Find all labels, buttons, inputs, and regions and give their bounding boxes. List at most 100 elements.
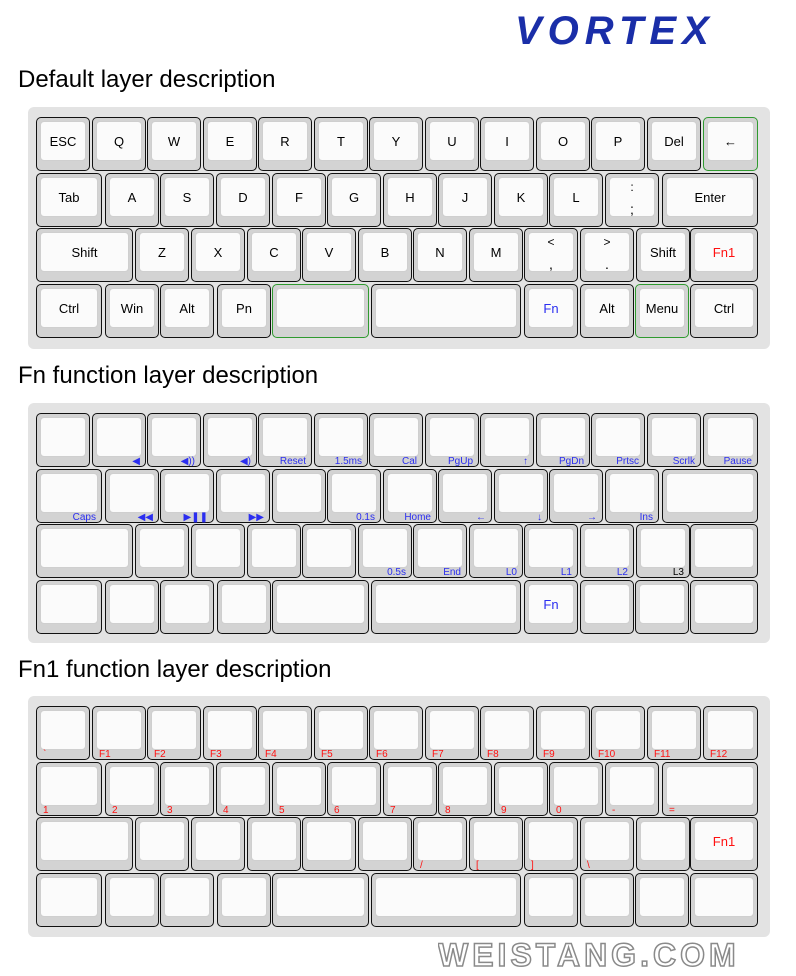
key	[580, 580, 634, 634]
keycap	[640, 528, 686, 568]
key-function-label: 9	[501, 805, 507, 816]
key-label: T	[337, 133, 345, 149]
key-label: A	[127, 189, 137, 205]
key-label: Win	[120, 300, 144, 316]
key	[135, 817, 189, 871]
key-label: Ctrl	[713, 300, 735, 316]
keycap	[151, 710, 197, 750]
keycap	[473, 821, 519, 861]
key: O	[536, 117, 590, 171]
keycap	[375, 584, 517, 624]
key: 0	[549, 762, 603, 816]
key	[371, 873, 521, 927]
key: Menu	[635, 284, 689, 338]
key: F8	[480, 706, 534, 760]
key: 0.5s	[358, 524, 412, 578]
key-label: Enter	[694, 189, 726, 205]
key: Caps	[36, 469, 102, 523]
keycap	[540, 417, 586, 457]
key-label: H	[405, 189, 415, 205]
keycap	[164, 584, 210, 624]
key-function-label: Scrlk	[672, 456, 695, 467]
key-function-label: F4	[265, 749, 277, 760]
key: PgDn	[536, 413, 590, 467]
key-label: Shift	[649, 244, 676, 260]
keycap	[473, 528, 519, 568]
keycap	[666, 473, 754, 513]
key-function-label: /	[420, 860, 423, 871]
key-base-label: ,	[549, 256, 553, 272]
key-function-label: [	[476, 860, 479, 871]
key-function-label: ▶▶	[248, 512, 264, 523]
key: Z	[135, 228, 189, 282]
key: L2	[580, 524, 634, 578]
key-label	[273, 285, 368, 331]
key	[272, 284, 369, 338]
key-label: V	[324, 244, 334, 260]
key: F1	[92, 706, 146, 760]
key-shift-label: >	[603, 235, 611, 249]
key: Tab	[36, 173, 102, 227]
key	[690, 580, 758, 634]
key: <,	[524, 228, 578, 282]
key: ◀))	[147, 413, 201, 467]
key-label: Tab	[58, 189, 80, 205]
key-label: I	[505, 133, 509, 149]
key-label: X	[213, 244, 223, 260]
key-function-label: F9	[543, 749, 555, 760]
key: Y	[369, 117, 423, 171]
vortex-logo: VORTEX	[515, 9, 783, 53]
key-label: M	[490, 244, 502, 260]
key-label: G	[348, 189, 360, 205]
weistang-logo: WEISTANG.COM	[437, 936, 784, 974]
key: Ctrl	[690, 284, 758, 338]
key-function-label: PgUp	[447, 456, 473, 467]
key-label: K	[516, 189, 526, 205]
key-label: W	[167, 133, 181, 149]
keycap	[375, 877, 517, 917]
keycap	[442, 766, 488, 806]
key: F12	[703, 706, 758, 760]
key	[191, 524, 245, 578]
key	[580, 873, 634, 927]
key-function-label: 7	[390, 805, 396, 816]
key-label: Alt	[179, 300, 195, 316]
key: G	[327, 173, 381, 227]
keycap	[584, 528, 630, 568]
key: Ins	[605, 469, 659, 523]
key: ←	[703, 117, 758, 171]
keycap	[164, 877, 210, 917]
keycap	[139, 821, 185, 861]
key-label	[372, 285, 520, 331]
default-layer-keyboard: ESC Q W E R T Y U I O P Del ← Tab A S D F G H J K L:; Enter Shif…	[28, 107, 770, 349]
key-function-label: L0	[505, 567, 517, 578]
key: /	[413, 817, 467, 871]
key-function-label: L2	[616, 567, 628, 578]
key	[105, 580, 159, 634]
keycap	[640, 821, 686, 861]
key	[524, 873, 578, 927]
key: Fn	[524, 580, 578, 634]
key: End	[413, 524, 467, 578]
key-label: Pn	[236, 300, 252, 316]
key: F4	[258, 706, 312, 760]
key	[272, 580, 369, 634]
key	[635, 873, 689, 927]
key-function-label: ↑	[523, 456, 528, 467]
key: S	[160, 173, 214, 227]
key: T	[314, 117, 368, 171]
key	[272, 469, 326, 523]
keycap	[595, 710, 641, 750]
keycap	[221, 877, 267, 917]
keycap	[207, 417, 253, 457]
keycap	[417, 528, 463, 568]
keycap	[528, 877, 574, 917]
key: ▶▶	[216, 469, 270, 523]
keycap	[306, 528, 352, 568]
weistang-logo-text: WEISTANG.COM	[438, 938, 740, 970]
key: F7	[425, 706, 479, 760]
keycap	[609, 473, 655, 513]
keycap	[331, 473, 377, 513]
key: F9	[536, 706, 590, 760]
key-label: Y	[391, 133, 401, 149]
